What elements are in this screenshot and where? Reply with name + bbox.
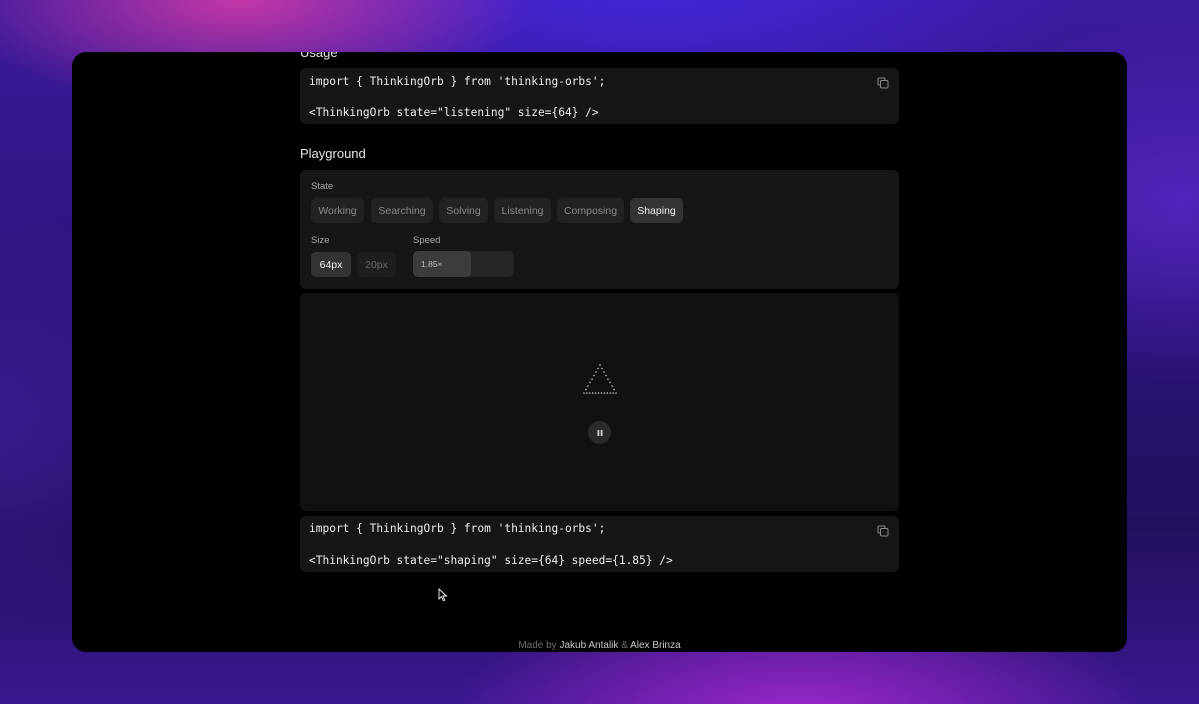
triangle-dots-icon: [583, 364, 617, 394]
output-code-line-1: import { ThinkingOrb } from 'thinking-or…: [309, 522, 606, 535]
mouse-cursor-icon: [438, 588, 448, 602]
pause-icon: [597, 429, 602, 436]
playground-panel: State Working Searching Solving Listening Co…: [300, 170, 899, 289]
usage-code-line-2: <ThinkingOrb state="listening" size={64}…: [309, 106, 599, 119]
footer-separator: &: [621, 640, 628, 651]
playground-title: Playground: [300, 146, 366, 161]
state-chip-working[interactable]: Working: [311, 198, 364, 223]
size-chip-20px[interactable]: 20px: [357, 252, 396, 277]
speed-label: Speed: [413, 235, 441, 246]
footer: Made by Jakub Antalik & Alex Brinza: [72, 640, 1127, 651]
output-code-block[interactable]: import { ThinkingOrb } from 'thinking-or…: [300, 516, 899, 572]
speed-slider[interactable]: 1.85×: [413, 251, 514, 277]
state-chip-shaping[interactable]: Shaping: [630, 198, 683, 223]
usage-code-line-1: import { ThinkingOrb } from 'thinking-or…: [309, 75, 606, 88]
state-chip-listening[interactable]: Listening: [494, 198, 551, 223]
orb-preview: [300, 293, 899, 511]
state-chip-solving[interactable]: Solving: [439, 198, 488, 223]
footer-prefix: Made by: [518, 640, 557, 651]
copy-icon[interactable]: [877, 77, 889, 89]
state-label: State: [311, 181, 334, 192]
state-chip-searching[interactable]: Searching: [371, 198, 433, 223]
output-code-line-2: <ThinkingOrb state="shaping" size={64} s…: [309, 554, 673, 567]
pause-button[interactable]: [588, 421, 611, 444]
app-window: Usage import { ThinkingOrb } from 'think…: [72, 52, 1127, 652]
author-link-1[interactable]: Jakub Antalik: [559, 640, 618, 651]
size-label: Size: [311, 235, 330, 246]
state-chip-composing[interactable]: Composing: [557, 198, 624, 223]
author-link-2[interactable]: Alex Brinza: [630, 640, 681, 651]
speed-value: 1.85×: [421, 259, 443, 269]
size-chip-64px[interactable]: 64px: [311, 252, 351, 277]
usage-code-block[interactable]: import { ThinkingOrb } from 'thinking-or…: [300, 68, 899, 124]
copy-icon[interactable]: [877, 525, 889, 537]
usage-title: Usage: [300, 52, 338, 60]
